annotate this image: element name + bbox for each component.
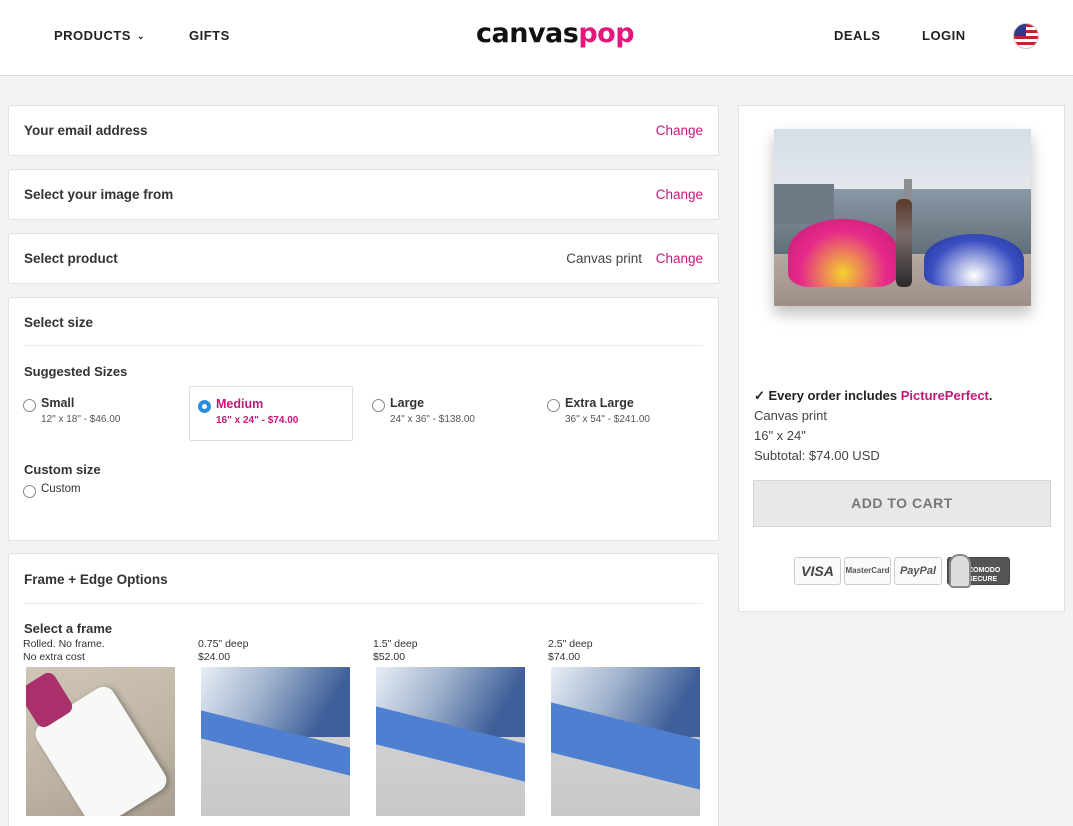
includes-suffix: . (988, 388, 993, 403)
size-price-large: 24" x 36" - $138.00 (390, 414, 475, 425)
frame-desc-line1: Rolled. No frame. (23, 638, 105, 650)
frame-card-title: Frame + Edge Options (24, 572, 168, 587)
frame-card: Frame + Edge Options Select a frame Roll… (8, 553, 719, 826)
nav-deals[interactable]: DEALS (834, 28, 881, 43)
size-radio-custom[interactable] (23, 485, 36, 498)
size-price-medium: 16" x 24" - $74.00 (216, 415, 299, 426)
frame-option-075[interactable]: 0.75" deep $24.00 (198, 638, 358, 816)
frame-desc-075: 0.75" deep $24.00 (198, 638, 358, 664)
frame-image-15[interactable] (376, 667, 525, 816)
preview-person (896, 199, 912, 287)
paypal-icon: PayPal (894, 557, 942, 585)
size-option-large[interactable]: Large 24" x 36" - $138.00 (372, 386, 536, 441)
us-flag-icon[interactable] (1013, 23, 1039, 49)
image-step-card: Select your image from Change (8, 169, 719, 220)
payment-badges: VISA MasterCard PayPal COMODO SECURE (794, 554, 1019, 588)
frame-desc-25: 2.5" deep $74.00 (548, 638, 708, 664)
size-name-small: Small (41, 396, 75, 410)
product-step-card: Select product Canvas print Change (8, 233, 719, 284)
email-step-card: Your email address Change (8, 105, 719, 156)
size-option-medium[interactable]: Medium 16" x 24" - $74.00 (189, 386, 353, 441)
product-step-value: Canvas print (566, 251, 642, 266)
frame-desc-line2: $52.00 (373, 651, 406, 663)
mastercard-icon: MasterCard (844, 557, 891, 585)
summary-size: 16" x 24" (754, 428, 806, 443)
email-step-label: Your email address (24, 123, 148, 138)
logo-text-canvas: canvas (476, 18, 579, 49)
summary-subtotal: Subtotal: $74.00 USD (754, 448, 880, 463)
frame-option-25[interactable]: 2.5" deep $74.00 (548, 638, 708, 816)
preview-blue-dress (924, 234, 1024, 286)
product-step-label: Select product (24, 251, 118, 266)
frame-desc-line1: 0.75" deep (198, 638, 249, 650)
site-header: PRODUCTS ⌄ GIFTS canvaspop DEALS LOGIN (0, 0, 1073, 76)
padlock-icon (949, 554, 971, 588)
size-card-title: Select size (24, 315, 94, 330)
chevron-down-icon: ⌄ (136, 31, 145, 41)
size-radio-extra-large[interactable] (547, 399, 560, 412)
flag-canton (1014, 24, 1026, 36)
order-summary: ✓ Every order includes PicturePerfect. C… (738, 105, 1065, 612)
size-radio-large[interactable] (372, 399, 385, 412)
suggested-sizes-title: Suggested Sizes (24, 364, 128, 379)
frame-desc-rolled: Rolled. No frame. No extra cost (23, 638, 183, 664)
frame-image-rolled[interactable] (26, 667, 175, 816)
frame-desc-line2: $24.00 (198, 651, 231, 663)
frame-option-rolled[interactable]: Rolled. No frame. No extra cost (23, 638, 183, 816)
frame-desc-line2: No extra cost (23, 651, 85, 663)
logo[interactable]: canvaspop (476, 18, 635, 49)
product-change-link[interactable]: Change (656, 251, 703, 266)
frame-image-075[interactable] (201, 667, 350, 816)
summary-product: Canvas print (754, 408, 827, 423)
nav-products[interactable]: PRODUCTS ⌄ (54, 28, 145, 43)
canvas-preview-image (774, 129, 1031, 306)
nav-login[interactable]: LOGIN (922, 28, 966, 43)
size-price-small: 12" x 18" - $46.00 (41, 414, 121, 425)
frame-image-25[interactable] (551, 667, 700, 816)
size-price-extra-large: 36" x 54" - $241.00 (565, 414, 650, 425)
size-card: Select size Suggested Sizes Small 12" x … (8, 297, 719, 541)
preview-pier (774, 184, 834, 224)
visa-icon: VISA (794, 557, 841, 585)
frame-divider (24, 603, 703, 604)
size-divider (24, 345, 703, 346)
nav-products-label: PRODUCTS (54, 28, 131, 43)
size-radio-medium[interactable] (198, 400, 211, 413)
email-change-link[interactable]: Change (656, 123, 703, 138)
size-option-small[interactable]: Small 12" x 18" - $46.00 (23, 386, 187, 441)
size-name-extra-large: Extra Large (565, 396, 634, 410)
logo-text-pop: pop (578, 18, 635, 49)
size-name-custom: Custom (41, 483, 81, 495)
includes-prefix: ✓ Every order includes (754, 388, 901, 403)
frame-desc-15: 1.5" deep $52.00 (373, 638, 533, 664)
preview-pink-dress (788, 219, 898, 287)
size-name-large: Large (390, 396, 425, 410)
picture-perfect-link[interactable]: PicturePerfect (901, 388, 989, 403)
image-change-link[interactable]: Change (656, 187, 703, 202)
size-option-custom[interactable]: Custom (23, 472, 187, 527)
frame-option-15[interactable]: 1.5" deep $52.00 (373, 638, 533, 816)
size-option-extra-large[interactable]: Extra Large 36" x 54" - $241.00 (547, 386, 711, 441)
image-step-label: Select your image from (24, 187, 174, 202)
size-radio-small[interactable] (23, 399, 36, 412)
picture-perfect-note: ✓ Every order includes PicturePerfect. (754, 388, 993, 404)
add-to-cart-button[interactable]: ADD TO CART (753, 480, 1051, 527)
frame-desc-line2: $74.00 (548, 651, 581, 663)
nav-gifts[interactable]: GIFTS (189, 28, 230, 43)
select-frame-title: Select a frame (24, 621, 113, 636)
frame-desc-line1: 1.5" deep (373, 638, 418, 650)
frame-desc-line1: 2.5" deep (548, 638, 593, 650)
size-name-medium: Medium (216, 397, 264, 411)
